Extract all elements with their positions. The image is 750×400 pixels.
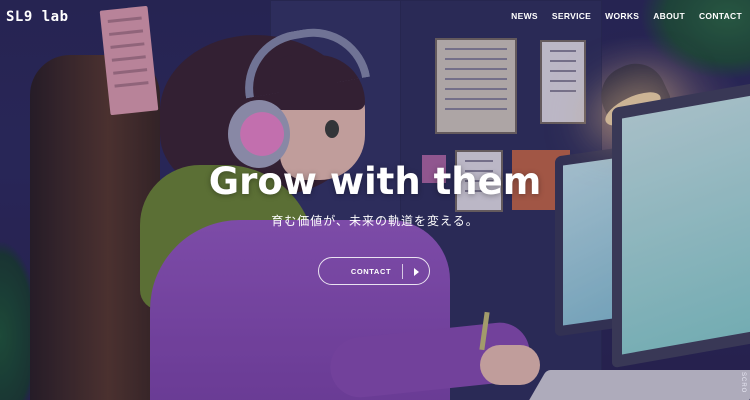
scroll-indicator[interactable]: SCRO	[740, 372, 746, 393]
hero-subtitle: 育む価値が、未来の軌道を変える。	[271, 214, 479, 228]
triangle-right-icon	[414, 268, 419, 276]
contact-cta-label: CONTACT	[350, 266, 392, 276]
nav-item-news[interactable]: NEWS	[511, 11, 538, 21]
cta-divider	[402, 264, 403, 279]
contact-cta-button[interactable]: CONTACT	[318, 257, 430, 285]
nav-item-works[interactable]: WORKS	[605, 11, 639, 21]
nav-item-about[interactable]: ABOUT	[653, 11, 685, 21]
main-nav: NEWS SERVICE WORKS ABOUT CONTACT	[511, 11, 742, 21]
hero-title: Grow with them	[208, 160, 542, 203]
nav-item-contact[interactable]: CONTACT	[699, 11, 742, 21]
nav-item-service[interactable]: SERVICE	[552, 11, 591, 21]
site-logo[interactable]: SL9 lab	[6, 9, 69, 25]
